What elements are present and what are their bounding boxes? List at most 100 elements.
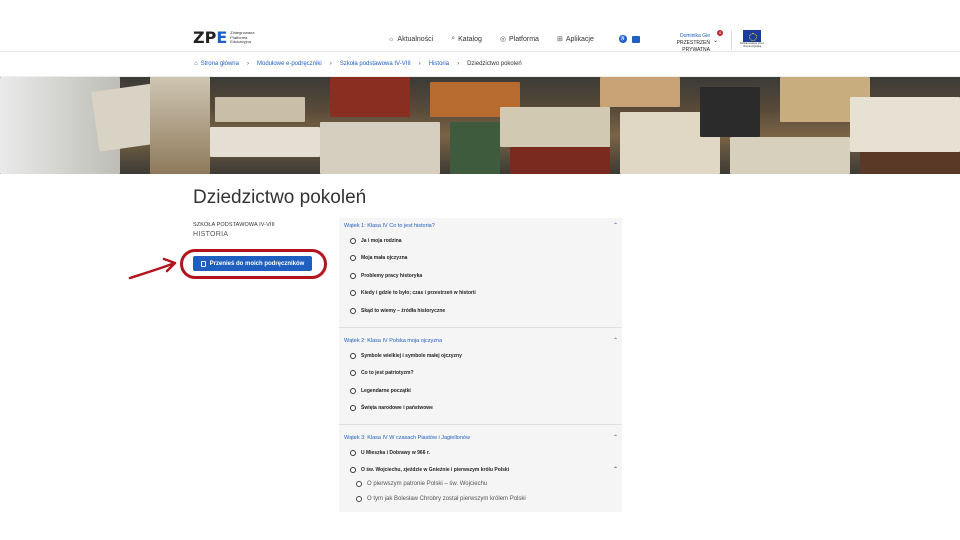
page-title: Dziedzictwo pokoleń (193, 187, 367, 208)
user-name: Dominika Gie (679, 33, 710, 39)
notification-badge[interactable]: 4 (717, 30, 723, 36)
grid-icon: ⊞ (556, 36, 563, 43)
book-shape (700, 87, 760, 137)
section-2-header[interactable]: Wątek 2: Klasa IV Polska moja ojczyzna (344, 338, 442, 344)
breadcrumb: ⌂ Strona główna › Modułowe e-podręczniki… (194, 61, 522, 67)
book-shape (730, 137, 850, 174)
chevron-up-icon[interactable]: ⌃ (613, 222, 618, 229)
hero-banner-image (0, 77, 960, 174)
book-shape (510, 147, 610, 174)
logo-text-line: Edukacyjna (230, 39, 251, 45)
header-divider (731, 30, 732, 50)
nav-katalog[interactable]: ⌕ Katalog (451, 35, 482, 43)
breadcrumb-current: Dziedzictwo pokoleń (467, 61, 522, 67)
radio-icon[interactable] (356, 496, 362, 502)
globe-icon: ◎ (499, 36, 506, 43)
list-item[interactable]: Kiedy i gdzie to było; czas i przestrzeń… (350, 290, 476, 296)
breadcrumb-item[interactable]: Historia (429, 61, 449, 67)
chevron-up-icon[interactable]: ⌃ (613, 434, 618, 441)
list-item[interactable]: Święta narodowe i państwowe (350, 405, 433, 411)
briefcase-icon[interactable] (632, 36, 640, 43)
item-label: Legendarne początki (361, 388, 411, 394)
list-item[interactable]: Ja i moja rodzina (350, 238, 402, 244)
breadcrumb-label: Strona główna (200, 61, 239, 67)
section-divider (339, 424, 622, 425)
eu-caption: Dofinansowane przez Unię Europejską (739, 42, 765, 48)
radio-icon[interactable] (350, 353, 356, 359)
item-label: Kiedy i gdzie to było; czas i przestrzeń… (361, 290, 476, 296)
chevron-right-icon: › (418, 61, 421, 67)
section-3-header[interactable]: Wątek 3: Klasa IV W czasach Piastów i Ja… (344, 435, 470, 441)
book-shape (320, 122, 440, 174)
main-nav: ☼ Aktualności ⌕ Katalog ◎ Platforma ⊞ Ap… (388, 35, 594, 43)
user-menu[interactable]: Dominika Gie PRZESTRZEŃ PRYWATNA (650, 33, 710, 54)
item-label: Problemy pracy historyka (361, 273, 423, 279)
radio-icon[interactable] (350, 388, 356, 394)
book-shape (850, 97, 960, 152)
breadcrumb-item[interactable]: Szkoła podstawowa IV-VIII (340, 61, 411, 67)
chevron-up-icon[interactable]: ⌃ (613, 466, 618, 473)
nav-aplikacje[interactable]: ⊞ Aplikacje (556, 35, 594, 44)
chevron-right-icon: › (457, 61, 460, 67)
radio-icon[interactable] (350, 370, 356, 376)
subject-label: HISTORIA (193, 231, 229, 238)
book-shape (500, 107, 610, 147)
item-label: Skąd to wiemy – źródła historyczne (361, 308, 446, 314)
nav-label: Aplikacje (565, 35, 594, 43)
section-1-header[interactable]: Wątek 1: Klasa IV Co to jest historia? (344, 223, 435, 229)
radio-icon[interactable] (350, 308, 356, 314)
chevron-right-icon: › (329, 61, 332, 67)
top-header: ZPE Zintegrowana Platforma Edukacyjna ☼ … (0, 0, 960, 54)
sub-item-label: O pierwszym patronie Polski – św. Wojcie… (367, 481, 488, 487)
radio-icon[interactable] (350, 255, 356, 261)
item-label: Symbole wielkiej i symbole małej ojczyzn… (361, 353, 462, 359)
accessibility-icon[interactable]: ♿ (619, 35, 627, 43)
item-label: O św. Wojciechu, zjeździe w Gnieźnie i p… (361, 467, 510, 473)
item-label: Moja mała ojczyzna (361, 255, 408, 261)
home-icon: ⌂ (194, 61, 198, 67)
item-label: Co to jest patriotyzm? (361, 370, 414, 376)
radio-icon[interactable] (350, 273, 356, 279)
radio-icon[interactable] (350, 467, 356, 473)
list-item[interactable]: U Mieszka i Dobrawy w 966 r. (350, 450, 430, 456)
item-label: Święta narodowe i państwowe (361, 405, 433, 411)
eu-logo: Dofinansowane przez Unię Europejską (739, 30, 765, 48)
book-shape (450, 122, 500, 174)
list-item[interactable]: Legendarne początki (350, 388, 411, 394)
list-item[interactable]: Problemy pracy historyka (350, 273, 422, 279)
book-shape (860, 152, 960, 174)
book-shape (150, 77, 210, 174)
item-label: Ja i moja rodzina (361, 238, 402, 244)
list-item[interactable]: O św. Wojciechu, zjeździe w Gnieźnie i p… (350, 467, 509, 473)
radio-icon[interactable] (350, 290, 356, 296)
nav-label: Aktualności (397, 35, 434, 43)
radio-icon[interactable] (350, 450, 356, 456)
radio-icon[interactable] (356, 481, 362, 487)
book-shape (210, 127, 320, 157)
item-label: U Mieszka i Dobrawy w 966 r. (361, 450, 430, 456)
chevron-down-icon[interactable]: ⌄ (713, 37, 718, 44)
chevron-up-icon[interactable]: ⌃ (613, 337, 618, 344)
move-to-my-textbooks-button[interactable]: Przenieś do moich podręczników (193, 256, 312, 271)
breadcrumb-home[interactable]: ⌂ Strona główna (194, 61, 239, 67)
radio-icon[interactable] (350, 238, 356, 244)
nav-aktualnosci[interactable]: ☼ Aktualności (388, 35, 433, 43)
zpe-logo[interactable]: ZPE Zintegrowana Platforma Edukacyjna (193, 30, 270, 46)
nav-label: Platforma (509, 35, 539, 43)
book-shape (330, 77, 410, 117)
list-item[interactable]: Skąd to wiemy – źródła historyczne (350, 308, 445, 314)
button-label: Przenieś do moich podręczników (209, 260, 305, 267)
nav-platforma[interactable]: ◎ Platforma (499, 35, 539, 44)
list-item[interactable]: Symbole wielkiej i symbole małej ojczyzn… (350, 353, 462, 359)
sub-list-item[interactable]: O tym jak Bolesław Chrobry został pierws… (356, 496, 526, 502)
chevron-right-icon: › (246, 61, 249, 67)
list-item[interactable]: Co to jest patriotyzm? (350, 370, 414, 376)
list-item[interactable]: Moja mała ojczyzna (350, 255, 407, 261)
sub-item-label: O tym jak Bolesław Chrobry został pierws… (367, 496, 526, 502)
sub-list-item[interactable]: O pierwszym patronie Polski – św. Wojcie… (356, 481, 487, 487)
breadcrumb-item[interactable]: Modułowe e-podręczniki (257, 61, 322, 67)
radio-icon[interactable] (350, 405, 356, 411)
nav-label: Katalog (458, 35, 482, 43)
eu-flag-icon (743, 30, 761, 42)
news-icon: ☼ (388, 35, 395, 43)
